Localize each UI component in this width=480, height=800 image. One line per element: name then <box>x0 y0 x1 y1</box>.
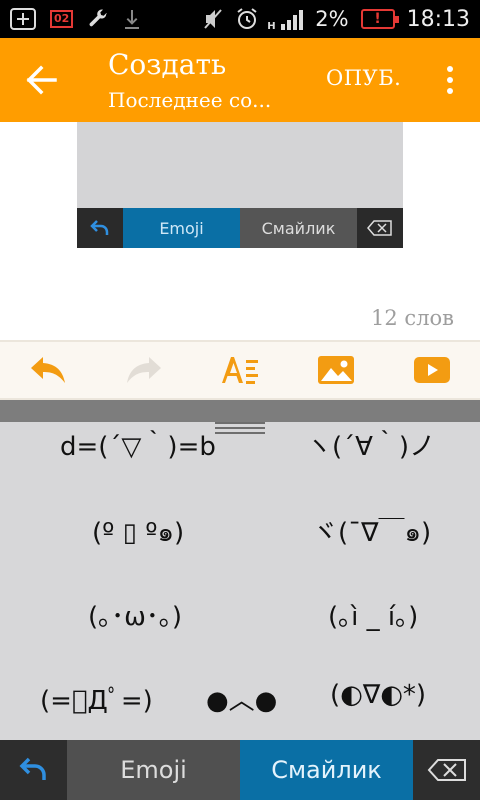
emoticon-item[interactable]: (｡ì _ í｡) <box>328 596 418 633</box>
page-title: Создать <box>108 48 227 81</box>
video-icon <box>414 357 450 383</box>
preview-smile-tab: Смайлик <box>240 208 357 248</box>
emoticon-item[interactable]: ヽ(´∀｀)ノ <box>306 426 435 463</box>
editor-area[interactable]: Emoji Смайлик 12 слов <box>0 122 480 340</box>
image-icon <box>318 356 354 384</box>
insert-video-button[interactable] <box>402 350 462 390</box>
publish-button[interactable]: ОПУБ. <box>326 66 401 90</box>
backspace-icon <box>427 759 466 781</box>
emoticon-item[interactable]: ヾ(¯∇￣๑) <box>312 512 431 553</box>
format-toolbar <box>0 340 480 400</box>
signal-icon: H <box>267 8 304 32</box>
clock: 18:13 <box>406 6 470 32</box>
tab-smile[interactable]: Смайлик <box>240 740 413 800</box>
text-format-button[interactable] <box>210 350 270 390</box>
preview-emoji-tab: Emoji <box>123 208 240 248</box>
status-bar: 02 H 2% ! 18:13 <box>0 0 480 38</box>
insert-image-button[interactable] <box>306 350 366 390</box>
keyboard-preview-image: Emoji Смайлик <box>77 122 403 248</box>
emoticon-item[interactable]: d=(´▽｀)=b <box>60 426 216 463</box>
wrench-icon <box>89 9 107 27</box>
undo-icon <box>77 208 123 248</box>
mute-icon <box>204 9 223 29</box>
action-bar: Создать Последнее со... ОПУБ. <box>0 38 480 122</box>
undo-icon <box>19 757 46 780</box>
redo-button[interactable] <box>114 350 174 390</box>
emoticon-item[interactable]: (=ﾟДﾟ=) <box>40 680 153 717</box>
overflow-menu-icon[interactable] <box>446 66 454 94</box>
emoticon-item[interactable]: ●︿● <box>206 680 277 717</box>
battery-icon: ! <box>360 9 399 29</box>
backspace-button[interactable] <box>413 740 480 800</box>
download-icon <box>125 10 140 29</box>
keyboard-divider <box>0 400 480 422</box>
undo-button[interactable] <box>18 350 78 390</box>
backspace-icon <box>357 208 403 248</box>
plus-box-icon <box>10 8 36 30</box>
back-arrow-icon[interactable] <box>24 64 58 96</box>
tab-emoji[interactable]: Emoji <box>67 740 240 800</box>
page-subtitle: Последнее со... <box>108 88 272 112</box>
text-format-icon <box>222 357 258 384</box>
redo-icon <box>127 357 161 383</box>
sim-icon: 02 <box>50 10 74 28</box>
keyboard-undo-button[interactable] <box>0 740 67 800</box>
keyboard-drag-handle[interactable] <box>215 422 265 442</box>
preview-tabs: Emoji Смайлик <box>77 208 403 248</box>
undo-icon <box>31 357 65 383</box>
battery-percent: 2% <box>315 7 349 31</box>
alarm-icon <box>237 8 257 29</box>
emoticon-panel[interactable]: d=(´▽｀)=b ヽ(´∀｀)ノ (º ▯ º๑) ヾ(¯∇￣๑) (｡･ω･… <box>0 422 480 740</box>
emoticon-item[interactable]: (º ▯ º๑) <box>92 512 184 553</box>
emoticon-item[interactable]: (◐∇◐*) <box>330 680 426 710</box>
word-count: 12 слов <box>371 306 454 330</box>
keyboard-tabs: Emoji Смайлик <box>0 740 480 800</box>
emoticon-item[interactable]: (｡･ω･｡) <box>88 596 182 633</box>
